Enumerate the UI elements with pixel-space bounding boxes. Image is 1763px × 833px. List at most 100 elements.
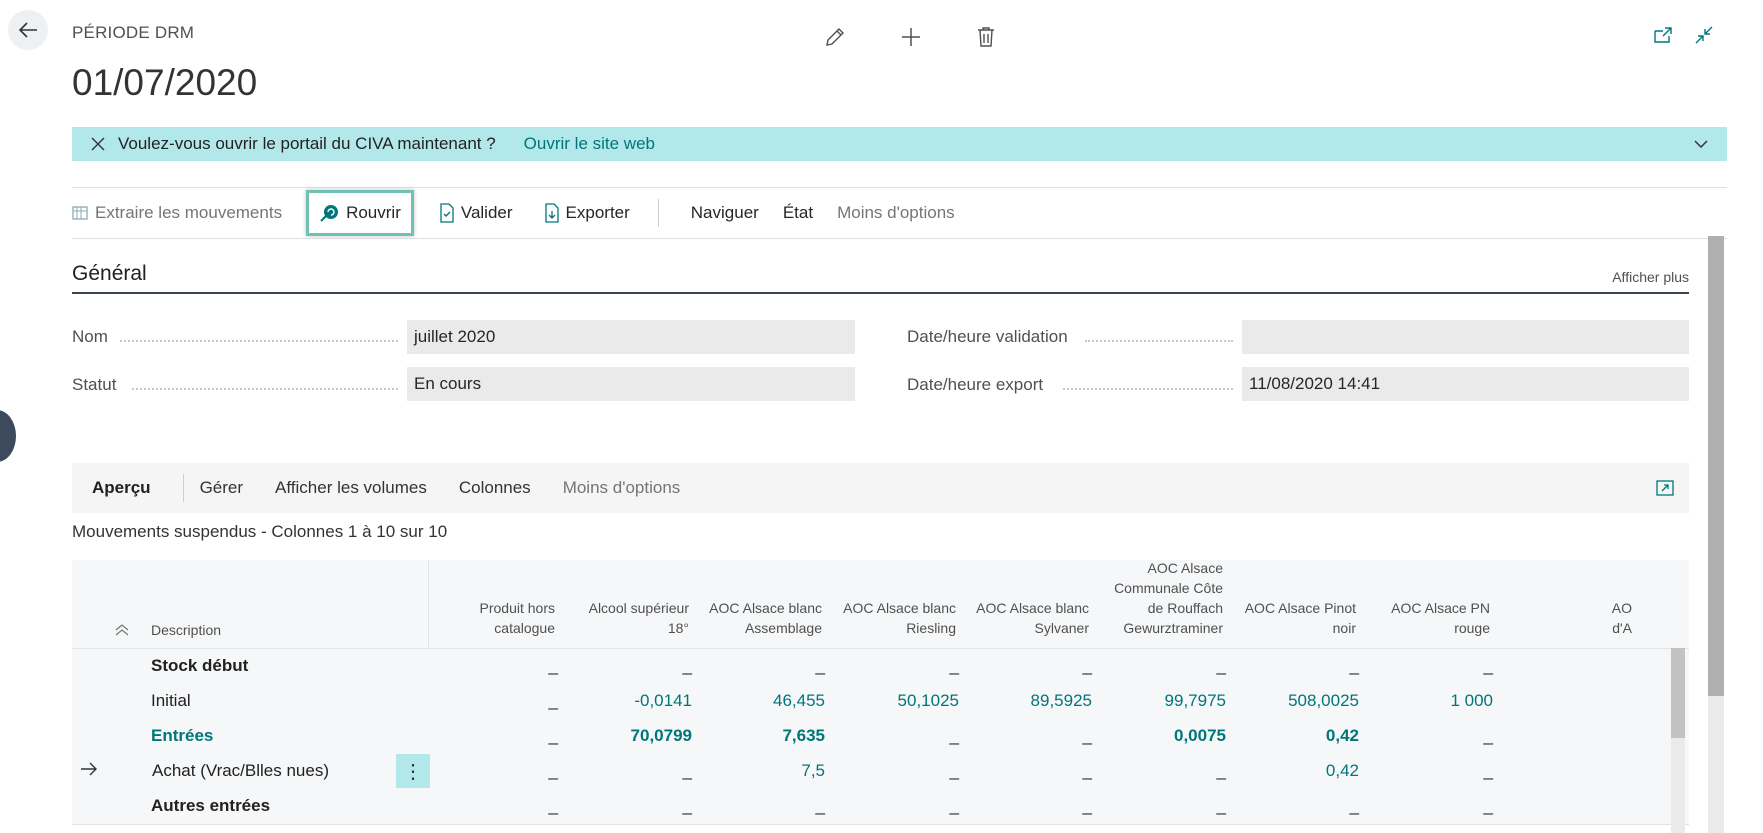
row-value-col-2[interactable]: -0,0141 bbox=[562, 691, 692, 711]
validation-field[interactable] bbox=[1242, 320, 1689, 354]
rouvrir-action[interactable]: Rouvrir bbox=[306, 190, 414, 236]
row-value-col-6[interactable]: 0,0075 bbox=[1096, 726, 1226, 746]
row-value-col-1[interactable]: _ bbox=[428, 656, 558, 676]
row-value-col-3[interactable]: _ bbox=[695, 656, 825, 676]
row-value-col-2[interactable]: _ bbox=[562, 796, 692, 816]
export-label: Date/heure export bbox=[907, 375, 1044, 394]
statut-field[interactable]: En cours bbox=[407, 367, 855, 401]
row-description[interactable]: Achat (Vrac/Blles nues) bbox=[152, 761, 329, 781]
row-value-col-8[interactable]: _ bbox=[1363, 656, 1493, 676]
row-value-col-8[interactable]: _ bbox=[1363, 761, 1493, 781]
collapse-button[interactable] bbox=[1689, 20, 1719, 50]
table-row[interactable]: Initial _ -0,0141 46,455 50,1025 89,5925 99,79… bbox=[72, 684, 1689, 720]
subbar-moins-options-button[interactable]: Moins d'options bbox=[547, 478, 697, 498]
description-column-header[interactable]: Description bbox=[151, 622, 221, 638]
extraire-mouvements-action[interactable]: Extraire les mouvements bbox=[72, 191, 292, 235]
row-value-col-2[interactable]: 70,0799 bbox=[562, 726, 692, 746]
row-value-col-4[interactable]: 50,1025 bbox=[829, 691, 959, 711]
column-header-6[interactable]: AOC Alsace Communale Côte de Rouffach Gewur… bbox=[1093, 560, 1223, 638]
row-value-col-7[interactable]: _ bbox=[1229, 656, 1359, 676]
valider-action[interactable]: Valider bbox=[428, 191, 523, 235]
new-button[interactable] bbox=[894, 20, 928, 54]
row-value-col-6[interactable]: 99,7975 bbox=[1096, 691, 1226, 711]
column-header-line: Gewurztraminer bbox=[1123, 620, 1223, 636]
row-value-col-5[interactable]: _ bbox=[962, 761, 1092, 781]
banner-open-website-link[interactable]: Ouvrir le site web bbox=[524, 134, 655, 154]
column-header-4[interactable]: AOC Alsace blanc Riesling bbox=[826, 598, 956, 638]
expand-icon bbox=[1656, 480, 1674, 496]
row-value-col-1[interactable]: _ bbox=[428, 726, 558, 746]
row-value-col-5[interactable]: _ bbox=[962, 726, 1092, 746]
row-value-col-3[interactable]: 46,455 bbox=[695, 691, 825, 711]
row-value-col-7[interactable]: 0,42 bbox=[1229, 761, 1359, 781]
row-value-col-4[interactable]: _ bbox=[829, 761, 959, 781]
row-value-col-7[interactable]: _ bbox=[1229, 796, 1359, 816]
side-panel-handle[interactable] bbox=[0, 410, 16, 462]
expand-subpage-button[interactable] bbox=[1651, 474, 1679, 502]
general-section-title[interactable]: Général bbox=[72, 262, 147, 286]
page-scrollbar-thumb[interactable] bbox=[1708, 236, 1724, 696]
row-value-col-4[interactable]: _ bbox=[829, 726, 959, 746]
naviguer-menu[interactable]: Naviguer bbox=[677, 191, 769, 235]
nom-leader-dots bbox=[120, 340, 398, 342]
banner-close-button[interactable] bbox=[86, 132, 110, 156]
table-row[interactable]: Autres entrées _ _ _ _ _ _ _ _ bbox=[72, 789, 1689, 825]
row-value-col-1[interactable]: _ bbox=[428, 761, 558, 781]
back-button[interactable] bbox=[8, 10, 48, 50]
nom-field[interactable]: juillet 2020 bbox=[407, 320, 855, 354]
export-field[interactable]: 11/08/2020 14:41 bbox=[1242, 367, 1689, 401]
row-value-col-3[interactable]: 7,635 bbox=[695, 726, 825, 746]
row-value-col-2[interactable]: _ bbox=[562, 656, 692, 676]
row-value-col-5[interactable]: _ bbox=[962, 796, 1092, 816]
row-value-col-7[interactable]: 508,0025 bbox=[1229, 691, 1359, 711]
tab-colonnes[interactable]: Colonnes bbox=[443, 478, 547, 498]
edit-button[interactable] bbox=[818, 20, 852, 54]
column-header-5[interactable]: AOC Alsace blanc Sylvaner bbox=[959, 598, 1089, 638]
row-value-col-6[interactable]: _ bbox=[1096, 656, 1226, 676]
tab-gerer[interactable]: Gérer bbox=[200, 478, 259, 498]
row-value-col-1[interactable]: _ bbox=[428, 691, 558, 711]
row-value-col-7[interactable]: 0,42 bbox=[1229, 726, 1359, 746]
delete-button[interactable] bbox=[969, 20, 1003, 54]
delete-icon bbox=[978, 27, 994, 47]
subbar-separator bbox=[182, 474, 184, 502]
column-header-2[interactable]: Alcool supérieur 18° bbox=[559, 598, 689, 638]
row-description[interactable]: Entrées bbox=[151, 726, 213, 746]
banner-expand-button[interactable] bbox=[1689, 132, 1713, 156]
row-description[interactable]: Stock début bbox=[151, 656, 248, 676]
column-header-9[interactable]: AO d'A bbox=[1502, 598, 1632, 638]
sort-button[interactable] bbox=[114, 623, 130, 642]
table-row[interactable]: Entrées _ 70,0799 7,635 _ _ 0,0075 0,42 _ bbox=[72, 719, 1689, 755]
row-value-col-2[interactable]: _ bbox=[562, 761, 692, 781]
row-value-col-6[interactable]: _ bbox=[1096, 796, 1226, 816]
etat-menu[interactable]: État bbox=[769, 191, 823, 235]
row-value-col-3[interactable]: _ bbox=[695, 796, 825, 816]
row-value-col-8[interactable]: _ bbox=[1363, 796, 1493, 816]
column-header-1[interactable]: Produit hors catalogue bbox=[425, 598, 555, 638]
row-description[interactable]: Autres entrées bbox=[151, 796, 270, 816]
row-value-col-6[interactable]: _ bbox=[1096, 761, 1226, 781]
table-row[interactable]: Stock début _ _ _ _ _ _ _ _ bbox=[72, 649, 1689, 685]
row-value-col-3[interactable]: 7,5 bbox=[695, 761, 825, 781]
table-row[interactable]: Achat (Vrac/Blles nues) ⋮ _ _ 7,5 _ _ _ 0,42 _ bbox=[72, 754, 1689, 790]
row-value-col-4[interactable]: _ bbox=[829, 796, 959, 816]
exporter-action[interactable]: Exporter bbox=[533, 191, 640, 235]
row-value-col-5[interactable]: _ bbox=[962, 656, 1092, 676]
row-value-col-1[interactable]: _ bbox=[428, 796, 558, 816]
tab-apercu[interactable]: Aperçu bbox=[72, 478, 167, 498]
row-value-col-8[interactable]: _ bbox=[1363, 726, 1493, 746]
column-header-line: AOC Alsace blanc bbox=[709, 600, 822, 616]
afficher-plus-link[interactable]: Afficher plus bbox=[1612, 269, 1689, 285]
column-header-7[interactable]: AOC Alsace Pinot noir bbox=[1226, 598, 1356, 638]
row-value-col-5[interactable]: 89,5925 bbox=[962, 691, 1092, 711]
row-value-col-8[interactable]: 1 000 bbox=[1363, 691, 1493, 711]
row-description[interactable]: Initial bbox=[151, 691, 191, 711]
grid-scrollbar-thumb[interactable] bbox=[1671, 648, 1685, 738]
column-header-8[interactable]: AOC Alsace PN rouge bbox=[1360, 598, 1490, 638]
row-menu-icon[interactable]: ⋮ bbox=[396, 754, 430, 788]
open-new-window-button[interactable] bbox=[1648, 20, 1678, 50]
moins-options-button[interactable]: Moins d'options bbox=[823, 191, 965, 235]
column-header-3[interactable]: AOC Alsace blanc Assemblage bbox=[692, 598, 822, 638]
row-value-col-4[interactable]: _ bbox=[829, 656, 959, 676]
tab-afficher-volumes[interactable]: Afficher les volumes bbox=[259, 478, 443, 498]
